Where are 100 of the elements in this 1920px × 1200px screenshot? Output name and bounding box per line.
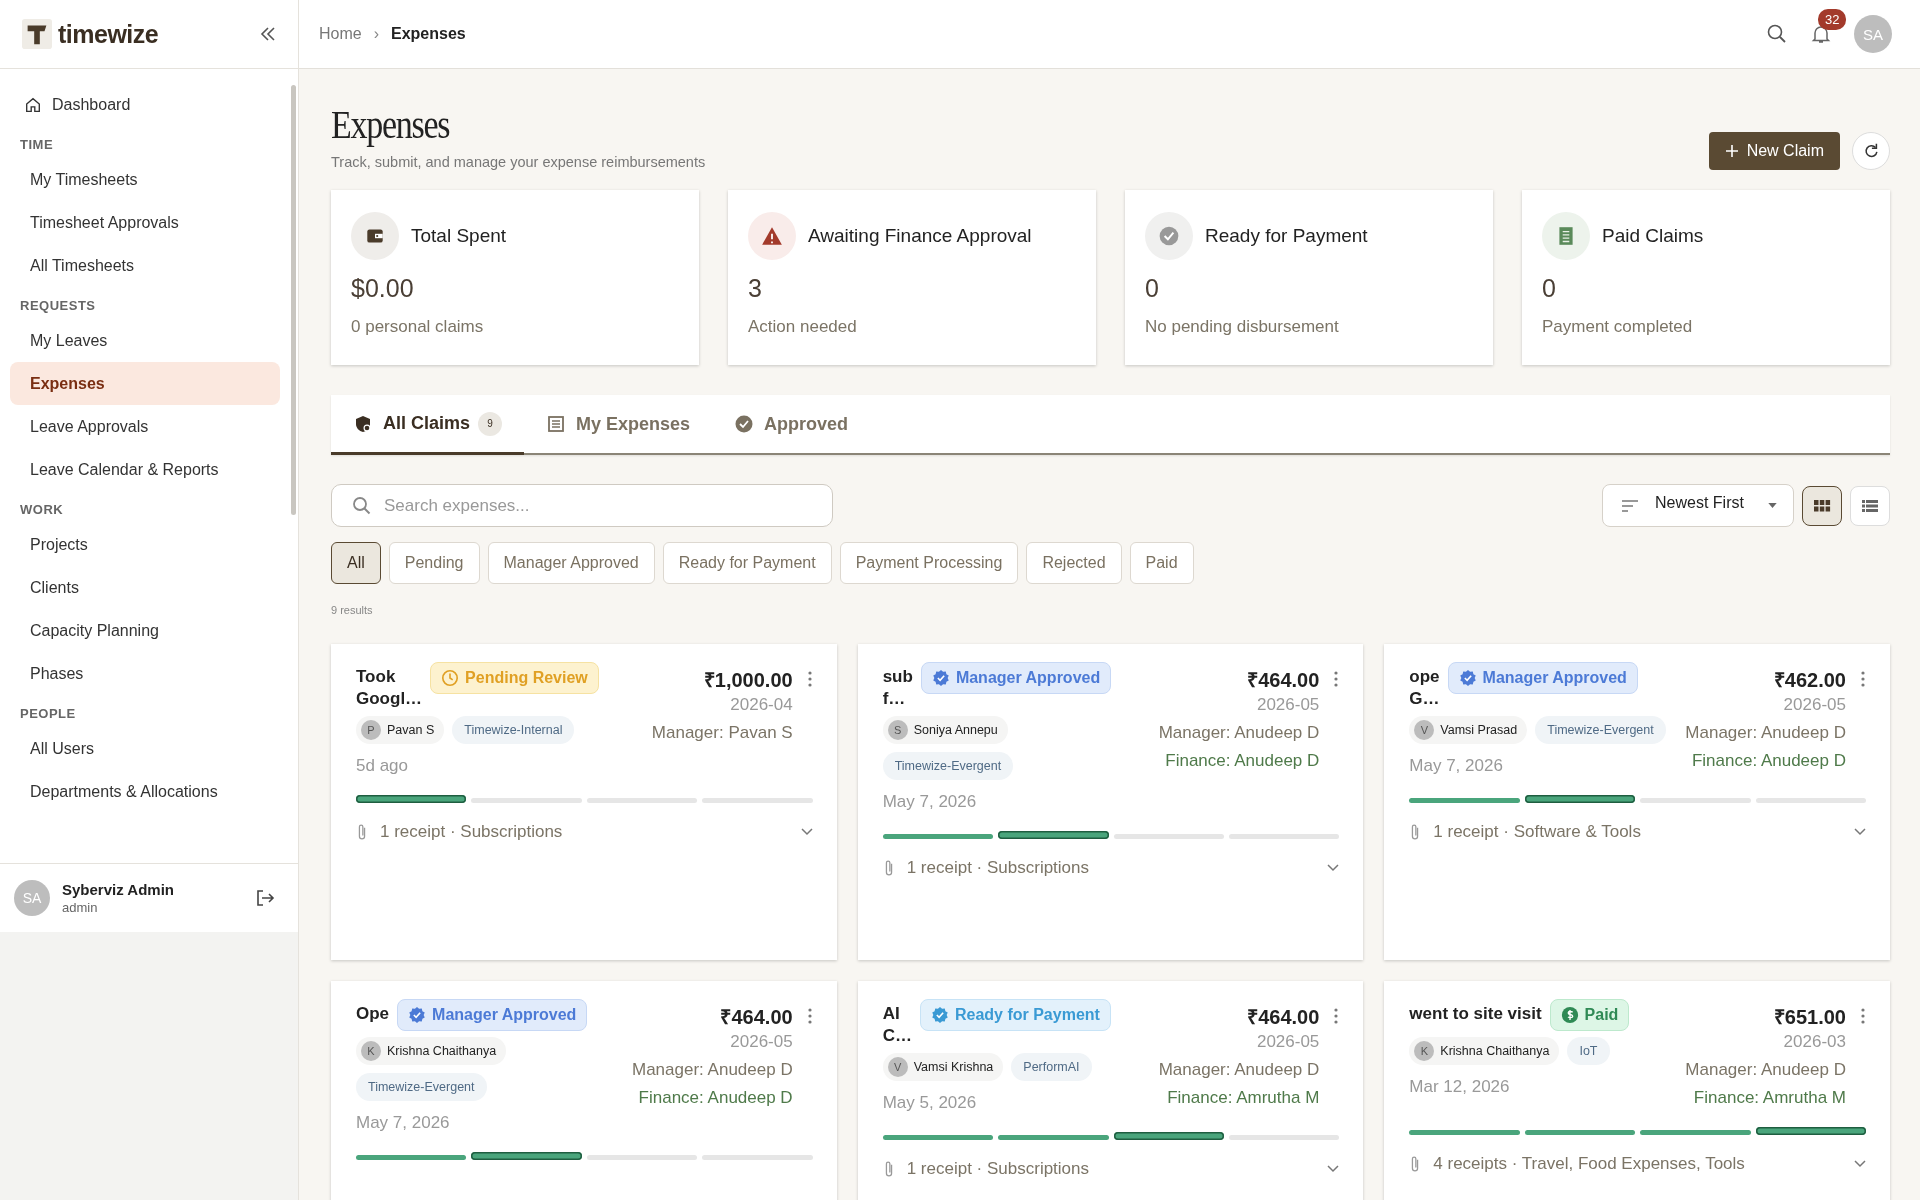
manager-name: Manager: Anudeep D: [632, 1060, 793, 1080]
nav-item[interactable]: Expenses: [10, 362, 280, 405]
claim-card[interactable]: AI C… Ready for Payment V Vamsi Krishna PerformAI May 5, 2026 ₹464.00 2026-05 Manager: Anudeep D Finance: Amrutha M 1 receipt · Subscriptions: [857, 981, 1364, 1200]
filter-chip[interactable]: Rejected: [1026, 542, 1122, 584]
stat-title: Ready for Payment: [1205, 225, 1368, 247]
filter-chip[interactable]: Pending: [388, 542, 480, 584]
tab-label: My Expenses: [576, 413, 691, 435]
more-icon[interactable]: [806, 1007, 813, 1025]
stat-note: 0 personal claims: [351, 317, 485, 337]
chevron-down-icon[interactable]: [800, 828, 813, 836]
manager-name: Manager: Anudeep D: [1685, 723, 1846, 743]
stat-value: 0: [1145, 274, 1160, 303]
caret-icon: [1768, 503, 1777, 508]
claim-date: May 7, 2026: [1409, 756, 1504, 776]
more-icon[interactable]: [1860, 1007, 1866, 1025]
filter-chip[interactable]: All: [331, 542, 381, 584]
project-tag: PerformAI: [1011, 1053, 1092, 1081]
project-tag: IoT: [1567, 1037, 1610, 1065]
status-badge: Paid: [1549, 999, 1630, 1031]
finance-name: Finance: Amrutha M: [1692, 1088, 1846, 1108]
manager-name: Manager: Anudeep D: [1158, 723, 1320, 743]
scrollbar-thumb[interactable]: [291, 85, 296, 515]
stat-value: 3: [748, 274, 763, 303]
person-chip: K Krishna Chaithanya: [356, 1037, 507, 1065]
receipt-summary: 1 receipt · Subscriptions: [906, 1159, 1091, 1179]
check-circle-icon: [1158, 225, 1180, 247]
nav-item[interactable]: Phases: [10, 652, 280, 695]
claim-date: May 7, 2026: [882, 792, 978, 812]
receipt-summary: 1 receipt · Subscriptions: [906, 858, 1091, 878]
claim-month: 2026-05: [1255, 695, 1320, 715]
search-field[interactable]: Search expenses...: [331, 484, 833, 527]
person-chip: S Soniya Annepu: [882, 716, 1008, 744]
stat-title: Awaiting Finance Approval: [808, 225, 1032, 247]
finance-name: Finance: Anudeep D: [1164, 751, 1320, 771]
stat-note: No pending disbursement: [1145, 317, 1340, 337]
filter-chip[interactable]: Paid: [1129, 542, 1194, 584]
section-heading: PEOPLE: [19, 705, 77, 723]
nav-item[interactable]: My Timesheets: [10, 158, 280, 201]
finance-name: Finance: Amrutha M: [1166, 1088, 1320, 1108]
nav-item[interactable]: Capacity Planning: [10, 609, 280, 652]
page-subtitle: Track, submit, and manage your expense reimbursements: [331, 154, 706, 170]
receipt-summary: 1 receipt · Subscriptions: [380, 822, 564, 842]
user-name: Syberviz Admin: [62, 881, 175, 898]
tab[interactable]: All Claims 9: [331, 395, 525, 455]
chevron-down-icon[interactable]: [1854, 1160, 1866, 1168]
stat-note: Action needed: [748, 317, 858, 337]
sort-dropdown[interactable]: Newest First: [1602, 484, 1794, 527]
person-chip: V Vamsi Krishna: [882, 1053, 1004, 1081]
claim-card[interactable]: Ope Manager Approved K Krishna Chaithanya Timewize-Evergent May 7, 2026 ₹464.00 2026-05 Manager: Anudeep D Finance: Anudeep D: [331, 981, 837, 1200]
more-icon[interactable]: [1333, 1007, 1340, 1025]
claim-title: Ope: [356, 1003, 390, 1025]
nav-item[interactable]: Timesheet Approvals: [10, 201, 280, 244]
claim-card[interactable]: Took Googl… Pending Review P Pavan S Timewize-Internal 5d ago ₹1,000.00 2026-04 Manager: Pavan S 1 receipt · Subscriptions: [331, 644, 837, 960]
filter-chip[interactable]: Ready for Payment: [662, 542, 832, 584]
chevron-down-icon[interactable]: [1327, 864, 1340, 872]
claim-card[interactable]: sub f… Manager Approved S Soniya Annepu Timewize-Evergent May 7, 2026 ₹464.00 2026-05 Manager: Anudeep D Finance: Anudeep D 1 receipt · Subscriptions: [857, 644, 1364, 960]
filter-chip[interactable]: Payment Processing: [839, 542, 1019, 584]
nav-item[interactable]: My Leaves: [10, 319, 280, 362]
status-badge: Manager Approved: [1447, 662, 1638, 694]
nav-item[interactable]: Projects: [10, 523, 280, 566]
nav-label: Dashboard: [52, 95, 131, 114]
breadcrumb-link[interactable]: Home: [319, 25, 362, 43]
project-tag: Timewize-Evergent: [1535, 716, 1666, 744]
more-icon[interactable]: [806, 670, 813, 688]
claim-card[interactable]: went to site visit Paid K Krishna Chaithanya IoT Mar 12, 2026 ₹651.00 2026-03 Manager: Anudeep D Finance: Amrutha M 4 receipts · Travel, Food Expenses, Tools: [1384, 981, 1890, 1200]
new-claim-button[interactable]: New Claim: [1708, 132, 1840, 170]
chevron-down-icon[interactable]: [1327, 1165, 1340, 1173]
stat-title: Paid Claims: [1602, 225, 1704, 247]
brand-name: timewize: [58, 19, 159, 49]
tab[interactable]: Approved: [712, 395, 871, 453]
section-heading: REQUESTS: [19, 297, 97, 315]
plus-icon: [1724, 144, 1739, 158]
refresh-icon: [1862, 142, 1880, 160]
claim-card[interactable]: ope G… Manager Approved V Vamsi Prasad Timewize-Evergent May 7, 2026 ₹462.00 2026-05 Manager: Anudeep D Finance: Anudeep D 1 receipt · Software & Tools: [1384, 644, 1890, 960]
logout-icon[interactable]: [254, 887, 276, 909]
more-icon[interactable]: [1860, 670, 1866, 688]
check-circle-icon: [734, 414, 755, 434]
nav-item[interactable]: All Timesheets: [10, 244, 280, 287]
stat-value: 0: [1542, 274, 1557, 303]
page-title: Expenses: [331, 101, 451, 148]
nav-item[interactable]: Departments & Allocations: [10, 770, 280, 813]
status-badge: Manager Approved: [397, 999, 588, 1031]
project-tag: Timewize-Evergent: [882, 752, 1014, 780]
nav-item[interactable]: Leave Approvals: [10, 405, 280, 448]
chevron-down-icon[interactable]: [1854, 828, 1866, 836]
filter-chip[interactable]: Manager Approved: [487, 542, 655, 584]
breadcrumb-separator: ›: [373, 25, 379, 43]
nav-item[interactable]: All Users: [10, 727, 280, 770]
search-icon[interactable]: [1766, 23, 1788, 45]
nav-item[interactable]: Dashboard: [10, 83, 280, 126]
manager-name: Manager: Anudeep D: [1158, 1060, 1320, 1080]
claim-title: ope G…: [1409, 666, 1440, 710]
nav-item[interactable]: Leave Calendar & Reports: [10, 448, 280, 491]
receipt-summary: 4 receipts · Travel, Food Expenses, Tools: [1433, 1154, 1746, 1174]
grid-view-button[interactable]: [1802, 485, 1842, 526]
tab[interactable]: My Expenses: [524, 395, 713, 453]
nav-item[interactable]: Clients: [10, 566, 280, 609]
refresh-button[interactable]: [1852, 132, 1890, 170]
more-icon[interactable]: [1333, 670, 1340, 688]
list-view-button[interactable]: [1850, 485, 1890, 526]
